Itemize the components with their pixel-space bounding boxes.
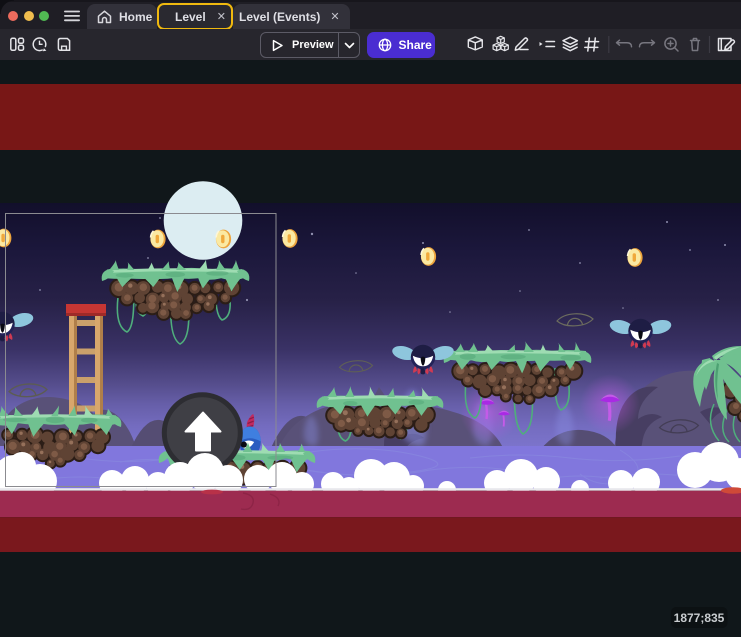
svg-text:1877;835: 1877;835 (674, 611, 725, 625)
